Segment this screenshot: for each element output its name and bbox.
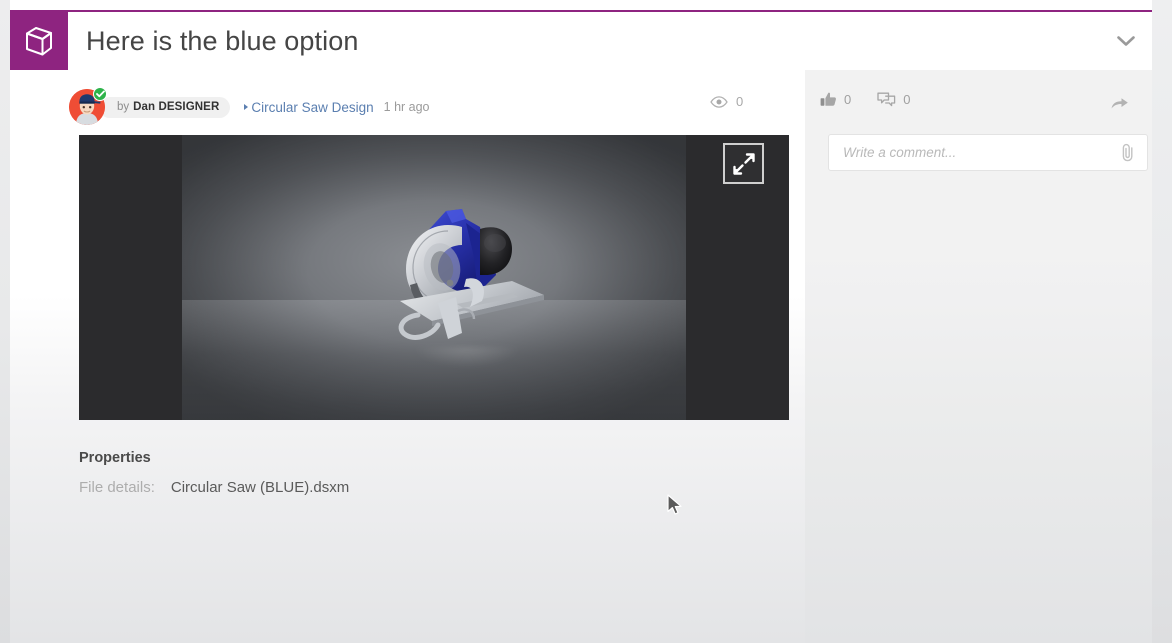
post-timestamp: 1 hr ago (383, 100, 430, 114)
verified-badge (93, 87, 107, 101)
mouse-pointer-icon (667, 494, 682, 515)
chevron-down-icon (1117, 35, 1135, 46)
viewer-stage (182, 135, 686, 420)
like-count: 0 (844, 92, 852, 107)
expand-fullscreen-icon (732, 152, 755, 175)
share-button[interactable] (1105, 92, 1133, 114)
cube-icon (26, 27, 52, 56)
attach-file-button[interactable] (1117, 142, 1137, 164)
like-button[interactable]: 0 (820, 92, 851, 107)
page-title: Here is the blue option (86, 25, 359, 56)
post-content: by Dan DESIGNER Circular Saw Design 1 hr… (20, 70, 1152, 643)
page-frame: Here is the blue option by Dan DESIGNER … (10, 0, 1152, 643)
circular-saw-model (398, 209, 544, 340)
view-count: 0 (710, 94, 743, 109)
eye-icon (710, 95, 728, 108)
expand-fullscreen-button[interactable] (723, 143, 764, 184)
breadcrumb-label: Circular Saw Design (251, 99, 374, 115)
view-count-value: 0 (736, 94, 744, 109)
mouse-cursor (667, 494, 685, 518)
right-gutter (1152, 0, 1172, 643)
caret-right-icon (244, 104, 249, 110)
properties-heading: Properties (79, 450, 151, 466)
property-value: Circular Saw (BLUE).dsxm (170, 479, 350, 496)
share-arrow-icon (1111, 98, 1128, 109)
verified-check-icon (95, 90, 105, 98)
property-row-file-details: File details: Circular Saw (BLUE).dsxm (79, 479, 349, 496)
breadcrumb[interactable]: Circular Saw Design (244, 99, 374, 115)
paperclip-icon (1122, 143, 1132, 162)
author-name: Dan DESIGNER (133, 101, 220, 113)
comment-count: 0 (903, 92, 911, 107)
engagement-stats: 0 0 (820, 92, 910, 107)
property-label: File details: (79, 479, 155, 496)
post-meta-row: by Dan DESIGNER Circular Saw Design 1 hr… (69, 87, 789, 126)
thumbs-up-icon (820, 92, 836, 106)
comment-input[interactable] (843, 145, 1117, 160)
avatar[interactable] (69, 87, 107, 125)
comment-icon (877, 92, 896, 107)
author-by-label: by (117, 101, 130, 113)
author-pill[interactable]: by Dan DESIGNER (99, 96, 231, 118)
comment-input-box[interactable] (828, 134, 1148, 171)
model-viewer[interactable] (79, 135, 789, 420)
properties-section: Properties File details: Circular Saw (B… (79, 450, 349, 496)
comment-count-button[interactable]: 0 (877, 92, 910, 107)
page-header: Here is the blue option (10, 12, 1152, 70)
left-gutter (0, 0, 10, 643)
collapse-panel-button[interactable] (1100, 12, 1152, 70)
app-cube-icon[interactable] (10, 12, 68, 70)
